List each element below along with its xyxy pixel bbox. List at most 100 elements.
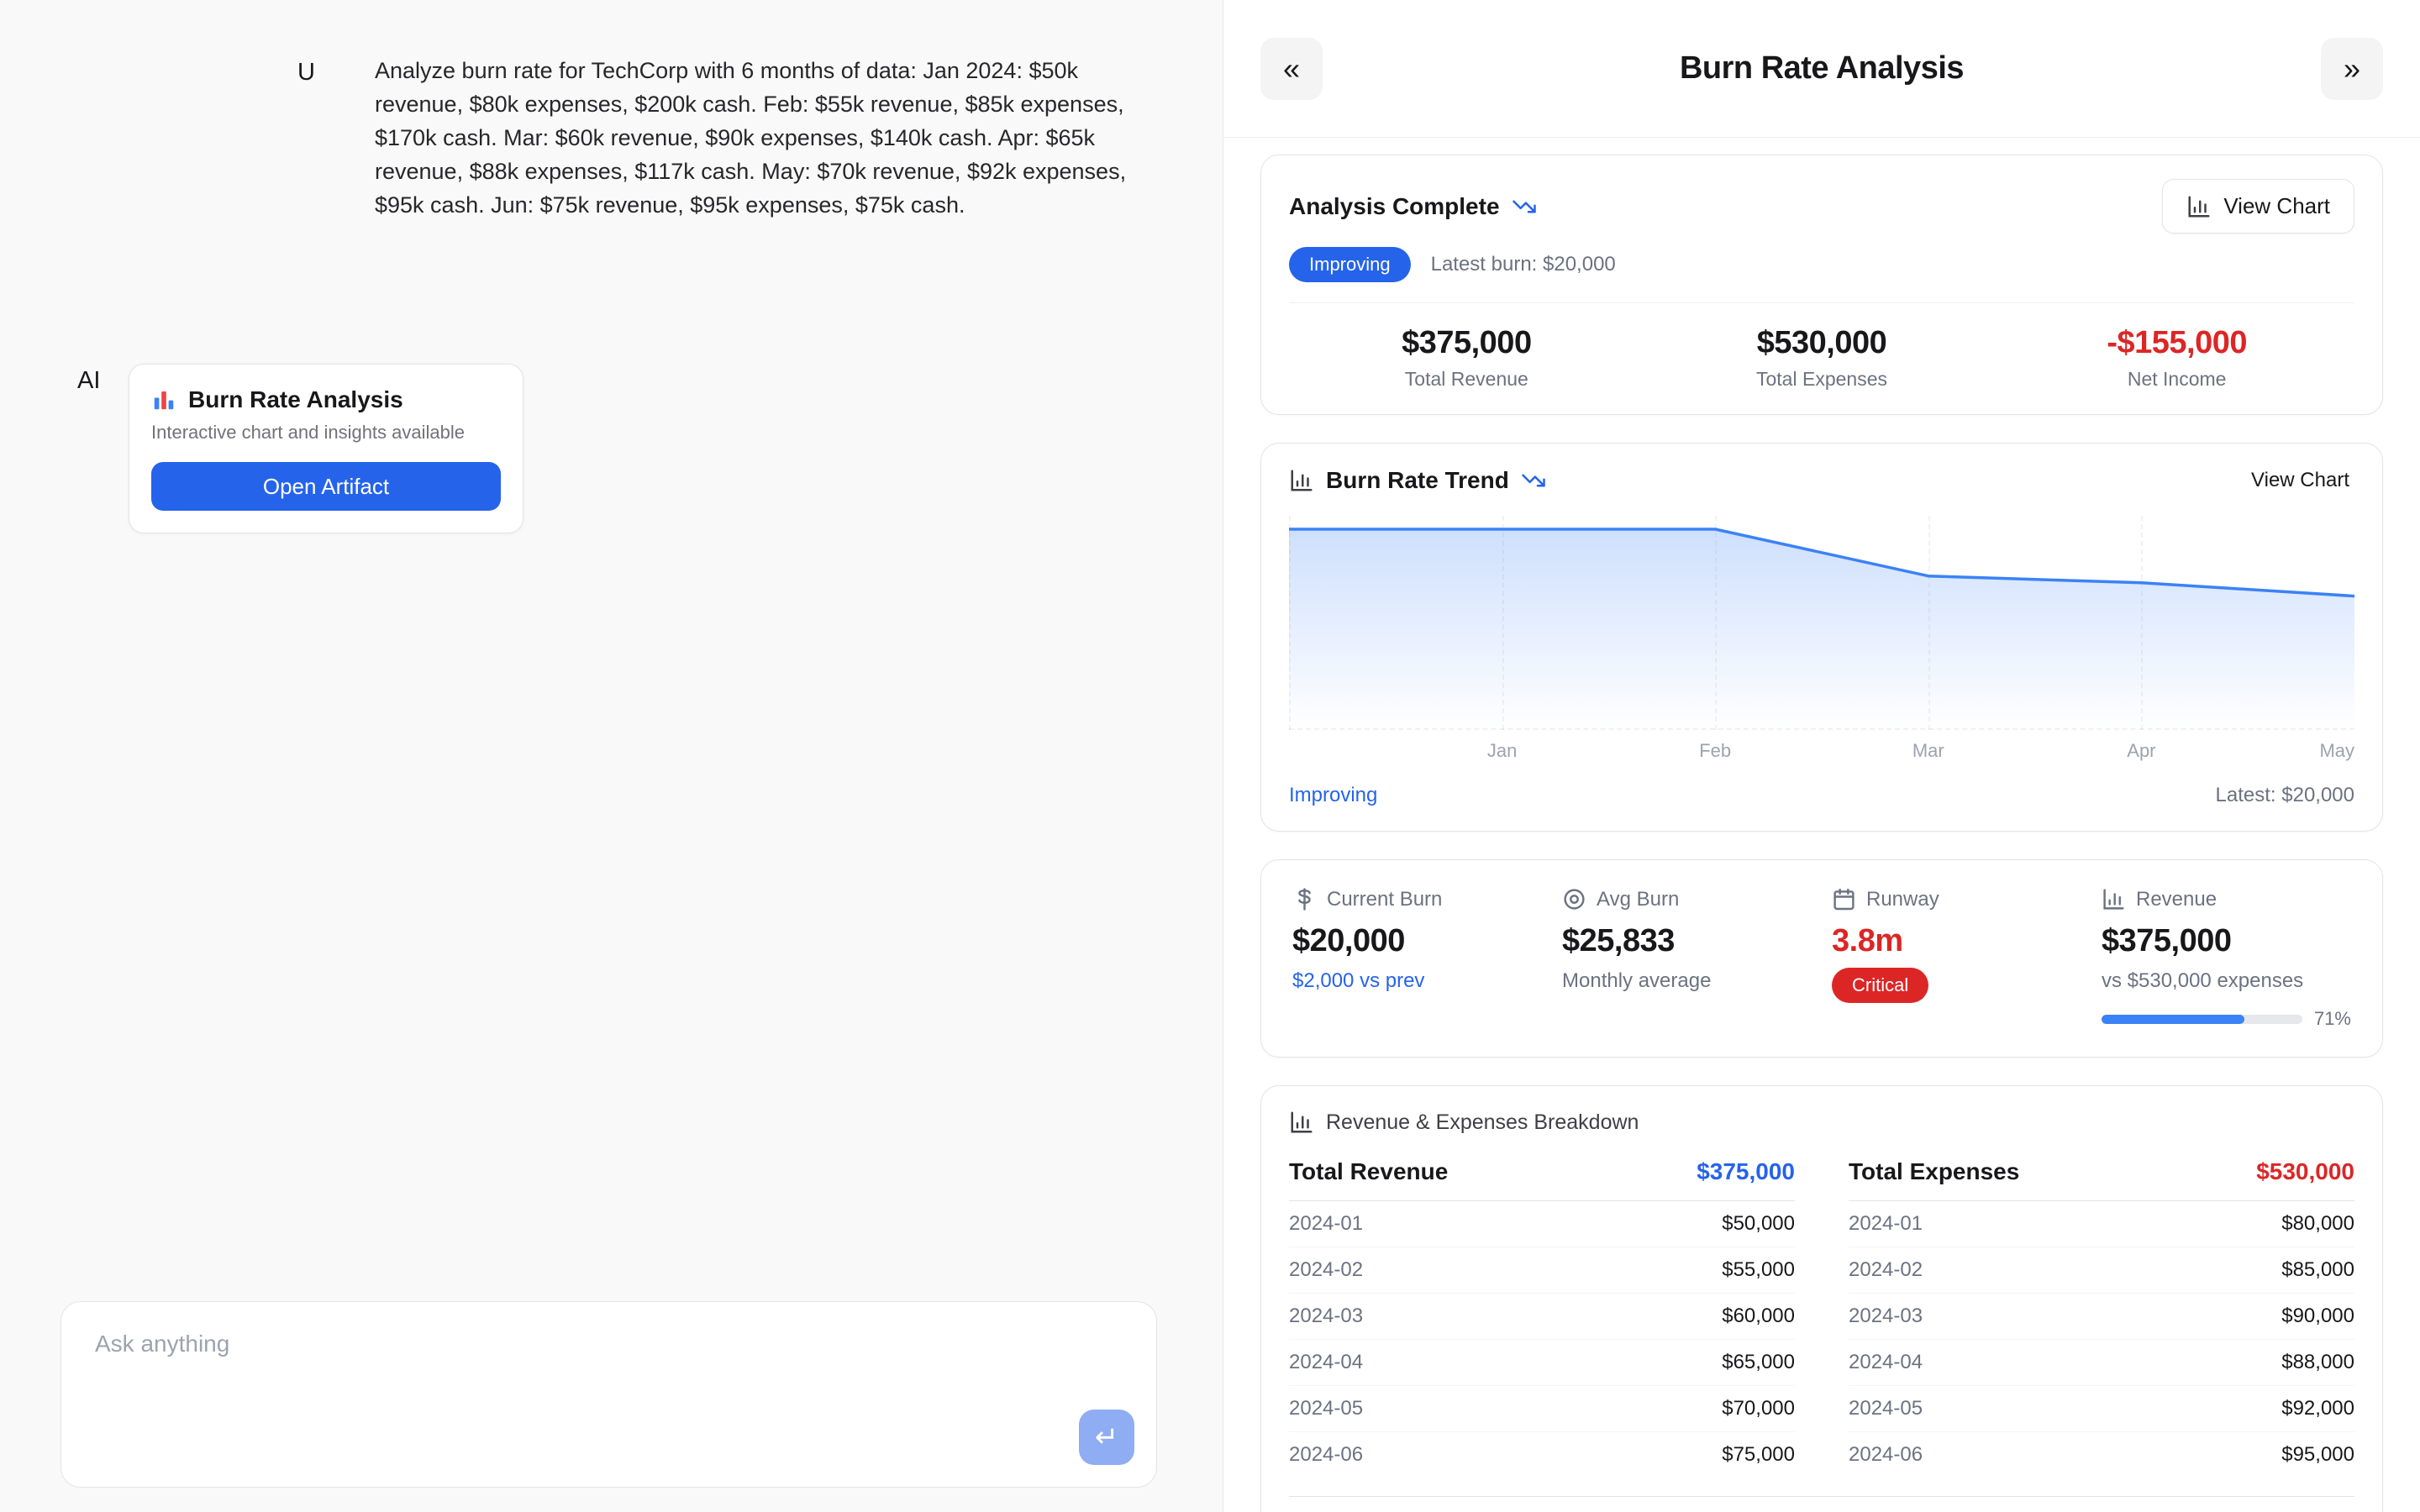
revenue-progress-bar <box>2102 1015 2302 1024</box>
progress-label: 71% <box>2314 1008 2351 1030</box>
breakdown-title: Revenue & Expenses Breakdown <box>1326 1110 1639 1135</box>
view-chart-label: View Chart <box>2223 193 2330 219</box>
table-row: 2024-04$88,000 <box>1849 1340 2354 1386</box>
stat-value: $375,000 <box>1289 325 1644 361</box>
table-row: 2024-05$70,000 <box>1289 1386 1795 1432</box>
artifact-preview-card: Burn Rate Analysis Interactive chart and… <box>129 364 523 533</box>
assistant-avatar: AI <box>77 367 100 395</box>
metric-sub: $2,000 vs prev <box>1292 969 1542 993</box>
critical-badge: Critical <box>1832 968 1928 1003</box>
collapse-panel-button[interactable]: « <box>1260 38 1323 100</box>
trending-down-icon <box>1521 468 1546 493</box>
table-row: 2024-02$85,000 <box>1849 1247 2354 1294</box>
expenses-column: Total Expenses $530,000 2024-01$80,000 2… <box>1849 1158 2354 1478</box>
trending-down-icon <box>1512 194 1537 219</box>
enter-icon: ↵ <box>1095 1420 1119 1454</box>
artifact-panel: « Burn Rate Analysis » Analysis Complete <box>1223 0 2420 1512</box>
stat-label: Total Expenses <box>1644 368 2000 391</box>
chevrons-right-icon: » <box>2344 51 2360 87</box>
chevrons-left-icon: « <box>1283 51 1300 87</box>
table-row: 2024-01$80,000 <box>1849 1201 2354 1247</box>
bar-chart-icon <box>1289 468 1314 493</box>
table-row: 2024-03$90,000 <box>1849 1294 2354 1340</box>
stat-value: -$155,000 <box>1999 325 2354 361</box>
bar-chart-icon <box>2186 194 2212 219</box>
x-tick-label: Jan <box>1487 740 1517 762</box>
stat-value: $530,000 <box>1644 325 2000 361</box>
column-header: Total Expenses <box>1849 1158 2019 1185</box>
artifact-content: Analysis Complete View Chart Improving <box>1223 138 2420 1512</box>
user-avatar: U <box>297 59 315 87</box>
expand-panel-button[interactable]: » <box>2321 38 2383 100</box>
open-artifact-button[interactable]: Open Artifact <box>151 462 501 511</box>
progress-fill <box>2102 1015 2244 1024</box>
calendar-icon <box>1832 887 1856 911</box>
x-tick-label: Mar <box>1912 740 1944 762</box>
x-tick-label: May <box>2319 740 2354 762</box>
table-row: 2024-04$65,000 <box>1289 1340 1795 1386</box>
table-row: 2024-06$95,000 <box>1849 1432 2354 1478</box>
total-expenses-stat: $530,000 Total Expenses <box>1644 325 2000 391</box>
metric-label: Current Burn <box>1327 888 1442 911</box>
expenses-total: $530,000 <box>2256 1158 2354 1185</box>
current-burn-metric: Current Burn $20,000 $2,000 vs prev <box>1292 887 1542 1030</box>
metric-value: $375,000 <box>2102 923 2351 959</box>
metric-sub: Monthly average <box>1562 969 1812 993</box>
user-message: Analyze burn rate for TechCorp with 6 mo… <box>375 54 1131 222</box>
status-badge: Improving <box>1289 247 1411 282</box>
burn-trend-chart <box>1289 516 2354 730</box>
metric-label: Avg Burn <box>1597 888 1679 911</box>
table-row: 2024-05$92,000 <box>1849 1386 2354 1432</box>
app-root: U Analyze burn rate for TechCorp with 6 … <box>0 0 2420 1512</box>
revenue-metric: Revenue $375,000 vs $530,000 expenses 71… <box>2102 887 2351 1030</box>
target-icon <box>1562 887 1586 911</box>
stat-label: Net Income <box>1999 368 2354 391</box>
trend-title: Burn Rate Trend <box>1326 467 1509 494</box>
bar-chart-icon <box>151 387 176 412</box>
chat-composer: ↵ <box>60 1301 1157 1488</box>
metric-value: $20,000 <box>1292 923 1542 959</box>
metric-value: 3.8m <box>1832 923 2081 959</box>
revenue-column: Total Revenue $375,000 2024-01$50,000 20… <box>1289 1158 1795 1478</box>
trend-status-text: Improving <box>1289 784 1377 807</box>
revenue-total: $375,000 <box>1697 1158 1795 1185</box>
x-tick-label: Apr <box>2127 740 2155 762</box>
table-row: 2024-02$55,000 <box>1289 1247 1795 1294</box>
table-row: 2024-03$60,000 <box>1289 1294 1795 1340</box>
metrics-card: Current Burn $20,000 $2,000 vs prev Avg … <box>1260 859 2383 1058</box>
latest-burn-text: Latest burn: $20,000 <box>1431 253 1616 276</box>
metric-label: Revenue <box>2136 888 2217 911</box>
view-chart-link[interactable]: View Chart <box>2246 468 2354 493</box>
runway-metric: Runway 3.8m Critical <box>1832 887 2081 1030</box>
artifact-header: « Burn Rate Analysis » <box>1223 0 2420 138</box>
view-chart-button[interactable]: View Chart <box>2162 179 2354 234</box>
avg-burn-metric: Avg Burn $25,833 Monthly average <box>1562 887 1812 1030</box>
metric-sub: vs $530,000 expenses <box>2102 969 2351 993</box>
trend-latest-text: Latest: $20,000 <box>2216 784 2354 807</box>
table-row: 2024-06$75,000 <box>1289 1432 1795 1478</box>
chat-input[interactable] <box>61 1302 1156 1487</box>
bar-chart-icon <box>1289 1110 1314 1135</box>
net-income-stat: -$155,000 Net Income <box>1999 325 2354 391</box>
burn-rate-trend-card: Burn Rate Trend View Chart <box>1260 443 2383 832</box>
breakdown-card: Revenue & Expenses Breakdown Total Reven… <box>1260 1085 2383 1512</box>
summary-title: Analysis Complete <box>1289 193 1500 220</box>
analysis-summary-card: Analysis Complete View Chart Improving <box>1260 155 2383 415</box>
table-row: 2024-01$50,000 <box>1289 1201 1795 1247</box>
x-axis-labels: Jan Feb Mar Apr May <box>1289 740 2354 770</box>
metric-label: Runway <box>1866 888 1939 911</box>
artifact-card-subtitle: Interactive chart and insights available <box>151 422 501 444</box>
column-header: Total Revenue <box>1289 1158 1448 1185</box>
divider <box>1289 302 2354 303</box>
metric-value: $25,833 <box>1562 923 1812 959</box>
send-button[interactable]: ↵ <box>1079 1410 1134 1465</box>
artifact-card-title: Burn Rate Analysis <box>188 386 403 413</box>
x-tick-label: Feb <box>1699 740 1731 762</box>
bar-chart-icon <box>2102 887 2126 911</box>
total-revenue-stat: $375,000 Total Revenue <box>1289 325 1644 391</box>
dollar-icon <box>1292 887 1317 911</box>
burn-trend-chart-svg <box>1289 516 2354 730</box>
chat-panel: U Analyze burn rate for TechCorp with 6 … <box>0 0 1223 1512</box>
stat-label: Total Revenue <box>1289 368 1644 391</box>
artifact-title: Burn Rate Analysis <box>1323 50 2321 87</box>
